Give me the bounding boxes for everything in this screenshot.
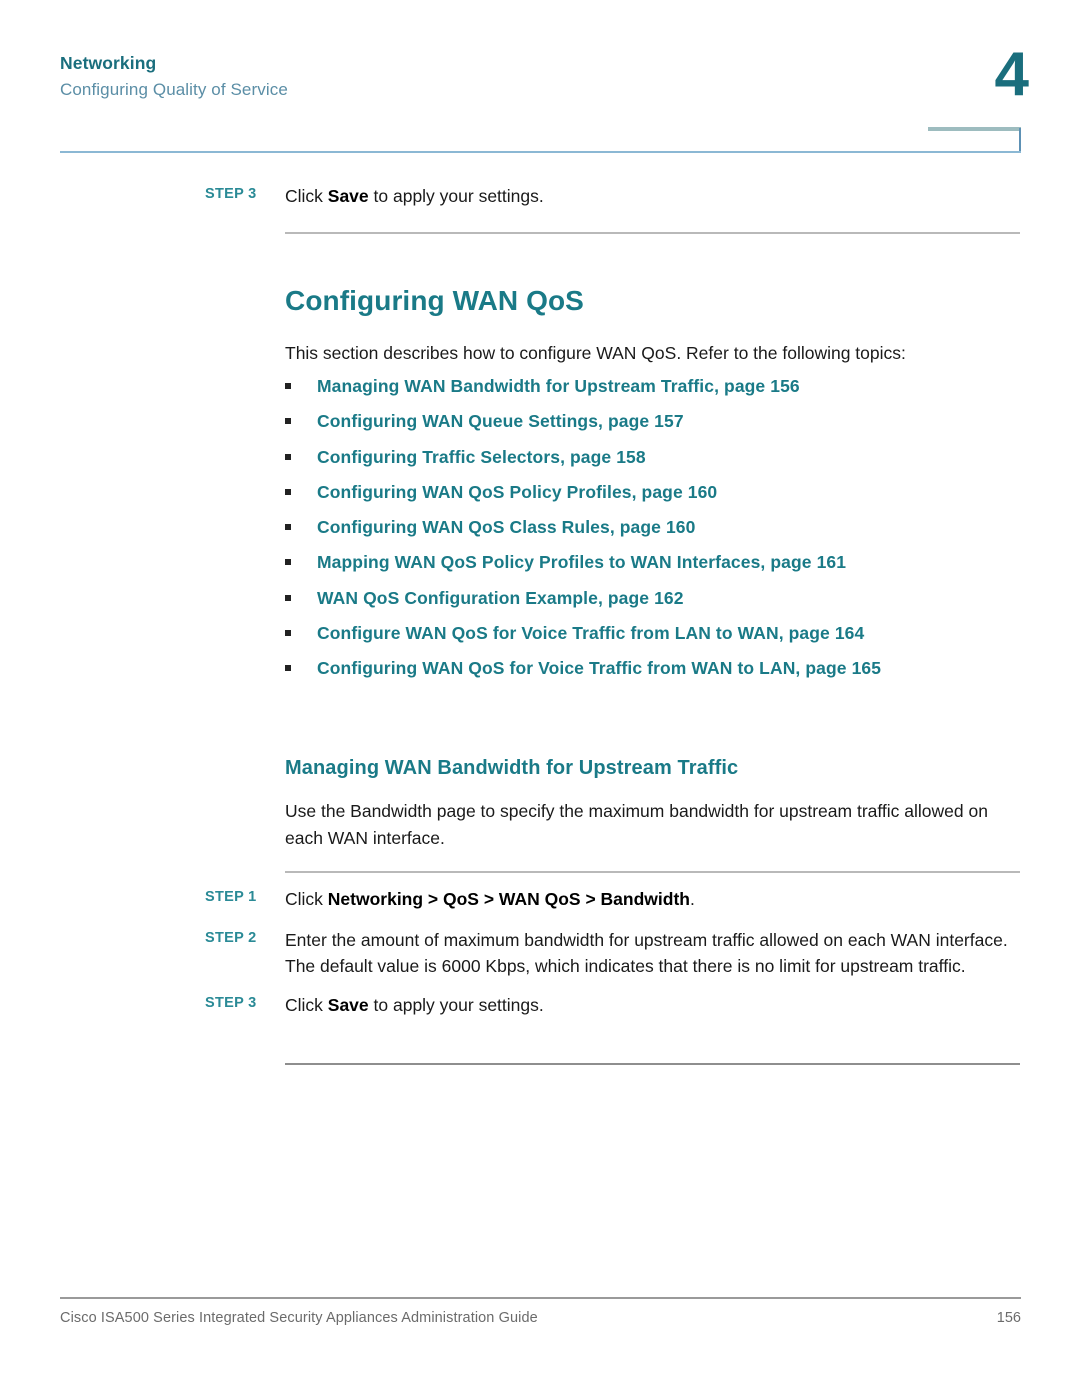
list-item[interactable]: Configuring WAN QoS Class Rules, page 16… bbox=[285, 516, 1030, 539]
step-text: Click Save to apply your settings. bbox=[285, 183, 1020, 210]
header-rule-vertical bbox=[1019, 128, 1021, 152]
topic-link[interactable]: WAN QoS Configuration Example, page 162 bbox=[317, 587, 1030, 610]
topic-link[interactable]: Configuring WAN QoS for Voice Traffic fr… bbox=[317, 657, 1030, 680]
bullet-icon bbox=[285, 554, 317, 567]
bullet-icon bbox=[285, 625, 317, 638]
subsection-body-text: Use the Bandwidth page to specify the ma… bbox=[285, 801, 988, 849]
list-item[interactable]: Configure WAN QoS for Voice Traffic from… bbox=[285, 622, 1030, 645]
footer-page-number: 156 bbox=[996, 1310, 1021, 1326]
list-item[interactable]: WAN QoS Configuration Example, page 162 bbox=[285, 587, 1030, 610]
step-text-after: . bbox=[689, 889, 695, 909]
step-text: Click Save to apply your settings. bbox=[285, 992, 1020, 1019]
topic-link[interactable]: Configure WAN QoS for Voice Traffic from… bbox=[317, 622, 1030, 645]
step-text-before: Click bbox=[285, 889, 328, 909]
subsection-title: Managing WAN Bandwidth for Upstream Traf… bbox=[285, 757, 739, 779]
topic-link[interactable]: Configuring WAN Queue Settings, page 157 bbox=[317, 410, 1030, 433]
bullet-icon bbox=[285, 590, 317, 603]
step-text-bold: Save bbox=[327, 186, 369, 206]
step-text-after: to apply your settings. bbox=[368, 186, 544, 206]
list-item[interactable]: Configuring WAN QoS for Voice Traffic fr… bbox=[285, 657, 1030, 680]
bullet-icon bbox=[285, 660, 317, 673]
header-rule bbox=[60, 151, 1021, 153]
header-rule-accent bbox=[928, 127, 1021, 131]
step-row: STEP 2 Enter the amount of maximum bandw… bbox=[205, 927, 1020, 980]
header-section-label: Configuring Quality of Service bbox=[60, 79, 288, 99]
step-text-after: to apply your settings. bbox=[368, 994, 544, 1015]
divider-after-top-step bbox=[285, 232, 1020, 234]
list-item[interactable]: Configuring WAN QoS Policy Profiles, pag… bbox=[285, 481, 1030, 504]
bullet-icon bbox=[285, 484, 317, 497]
step-text-before: Click bbox=[285, 994, 328, 1015]
step-label: STEP 3 bbox=[205, 186, 257, 202]
topic-link[interactable]: Configuring WAN QoS Class Rules, page 16… bbox=[317, 516, 1030, 539]
steps-block: STEP 1 Click Networking > QoS > WAN QoS … bbox=[0, 886, 1008, 1018]
bullet-icon bbox=[285, 378, 317, 391]
step-label: STEP 3 bbox=[205, 994, 257, 1011]
document-page: Networking Configuring Quality of Servic… bbox=[0, 0, 1080, 1397]
list-item[interactable]: Configuring Traffic Selectors, page 158 bbox=[285, 446, 1030, 469]
step-text-bold: Networking > QoS > WAN QoS > Bandwidth bbox=[327, 889, 690, 909]
page-title: Configuring WAN QoS bbox=[285, 285, 584, 316]
bullet-icon bbox=[285, 413, 317, 426]
topic-link[interactable]: Configuring WAN QoS Policy Profiles, pag… bbox=[317, 481, 1030, 504]
step-text-before: Click bbox=[285, 186, 328, 206]
divider-below-steps bbox=[285, 1063, 1020, 1065]
footer-title: Cisco ISA500 Series Integrated Security … bbox=[60, 1310, 538, 1326]
topic-link[interactable]: Mapping WAN QoS Policy Profiles to WAN I… bbox=[317, 551, 1030, 574]
topic-link[interactable]: Configuring Traffic Selectors, page 158 bbox=[317, 446, 1030, 469]
bullet-icon bbox=[285, 449, 317, 462]
list-item[interactable]: Mapping WAN QoS Policy Profiles to WAN I… bbox=[285, 551, 1030, 574]
chapter-number: 4 bbox=[994, 40, 1029, 109]
step-text-before: Enter the amount of maximum bandwidth fo… bbox=[285, 929, 1008, 977]
step-label: STEP 1 bbox=[205, 889, 257, 905]
step-text: Enter the amount of maximum bandwidth fo… bbox=[285, 927, 1020, 980]
step-text-bold: Save bbox=[327, 994, 369, 1015]
top-step-block: STEP 3 Click Save to apply your settings… bbox=[0, 183, 815, 224]
page-header: Networking Configuring Quality of Servic… bbox=[60, 52, 1020, 102]
list-item[interactable]: Configuring WAN Queue Settings, page 157 bbox=[285, 410, 1030, 433]
step-label: STEP 2 bbox=[205, 929, 257, 946]
divider-above-steps bbox=[285, 871, 1020, 873]
topic-link[interactable]: Managing WAN Bandwidth for Upstream Traf… bbox=[317, 375, 1030, 398]
footer-rule bbox=[60, 1297, 1021, 1299]
topic-link-list: Managing WAN Bandwidth for Upstream Traf… bbox=[285, 375, 1030, 692]
step-text: Click Networking > QoS > WAN QoS > Bandw… bbox=[285, 886, 1020, 913]
step-row: STEP 3 Click Save to apply your settings… bbox=[205, 992, 1020, 1019]
bullet-icon bbox=[285, 519, 317, 532]
page-footer: Cisco ISA500 Series Integrated Security … bbox=[60, 1310, 1021, 1326]
section-intro-text: This section describes how to configure … bbox=[285, 343, 906, 363]
step-row: STEP 3 Click Save to apply your settings… bbox=[205, 183, 1020, 210]
step-row: STEP 1 Click Networking > QoS > WAN QoS … bbox=[205, 886, 1020, 913]
header-chapter-label: Networking bbox=[60, 53, 157, 73]
list-item[interactable]: Managing WAN Bandwidth for Upstream Traf… bbox=[285, 375, 1030, 398]
